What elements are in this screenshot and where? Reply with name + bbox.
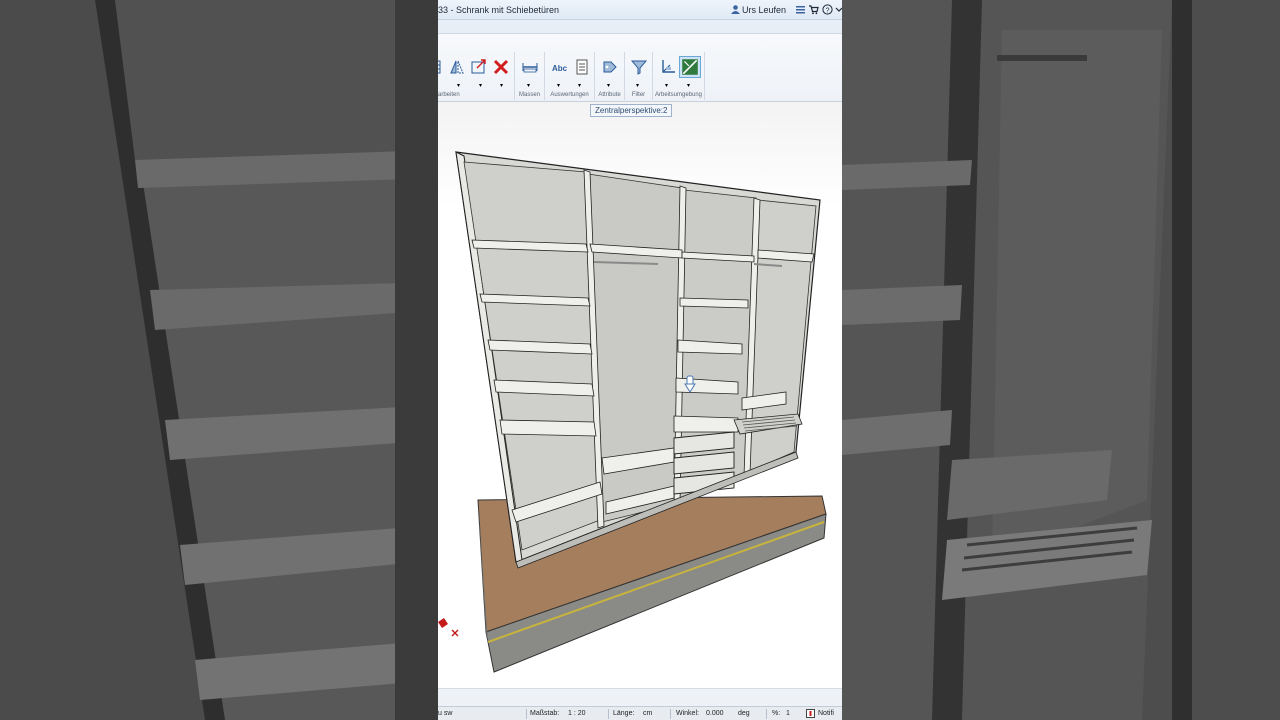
3d-viewport[interactable]: Zentralperspektive:2 <box>438 102 842 688</box>
dropdown-arrow-icon[interactable]: ▾ <box>457 82 460 89</box>
ribbon-toolbar: ▾ ▾ ▾ arbeiten ▾ Massen Abc ▾ ▾ Auswertu… <box>438 34 842 102</box>
video-frame: 33 - Schrank mit Schiebetüren Urs Leufen… <box>0 0 1280 720</box>
origin-axis-icon <box>438 618 459 637</box>
menu-bar <box>438 20 842 34</box>
dropdown-arrow-icon[interactable]: ▾ <box>479 82 482 89</box>
wardrobe-model[interactable] <box>438 102 842 688</box>
ribbon-group-auswertungen: Abc ▾ ▾ Auswertungen <box>545 52 595 100</box>
dropdown-arrow-icon[interactable]: ▾ <box>607 82 610 89</box>
title-bar: 33 - Schrank mit Schiebetüren Urs Leufen… <box>438 0 842 20</box>
percent-value[interactable]: 1 <box>786 710 790 717</box>
ribbon-group-label: Filter <box>631 92 646 98</box>
user-icon[interactable] <box>730 4 741 15</box>
list-icon[interactable] <box>795 4 806 15</box>
left-backdrop <box>0 0 438 720</box>
text-label-button[interactable]: Abc <box>552 64 567 73</box>
mirror-icon[interactable] <box>448 58 466 76</box>
ribbon-group-attribute: ▾ Attribute <box>595 52 625 100</box>
ribbon-group-filter: ▾ Filter <box>625 52 653 100</box>
angle-label: Winkel: <box>676 710 699 717</box>
notification-icon[interactable] <box>806 709 815 718</box>
user-name[interactable]: Urs Leufen <box>742 5 786 15</box>
angle-value[interactable]: 0.000 <box>706 710 724 717</box>
stretch-icon[interactable] <box>470 58 488 76</box>
length-value[interactable]: cm <box>643 710 652 717</box>
ribbon-group-label: arbeiten <box>438 92 460 98</box>
dimension-icon[interactable] <box>521 58 539 76</box>
dropdown-arrow-icon[interactable]: ▾ <box>500 82 503 89</box>
ribbon-group-massen: ▾ Massen <box>515 52 545 100</box>
status-bar: u sw Maßstab: 1 : 20 Länge: cm Winkel: 0… <box>438 706 842 720</box>
ribbon-group-label: Arbeitsumgebung <box>654 92 703 98</box>
ribbon-group-label: Massen <box>518 92 540 98</box>
window-title: 33 - Schrank mit Schiebetüren <box>438 5 560 15</box>
dropdown-arrow-icon[interactable]: ▾ <box>665 82 668 89</box>
status-left-text: u sw <box>438 710 453 717</box>
perspective-icon <box>682 59 698 75</box>
view-tab-strip <box>438 688 842 706</box>
cad-app-window: 33 - Schrank mit Schiebetüren Urs Leufen… <box>438 0 842 720</box>
right-backdrop <box>842 0 1280 720</box>
dropdown-arrow-icon[interactable]: ▾ <box>578 82 581 89</box>
dropdown-arrow-icon[interactable]: ▾ <box>557 82 560 89</box>
attribute-icon[interactable] <box>601 58 619 76</box>
report-icon[interactable] <box>573 58 591 76</box>
dropdown-arrow-icon[interactable]: ▾ <box>636 82 639 89</box>
chevron-down-icon[interactable] <box>834 4 842 15</box>
ribbon-group-label: Auswertungen <box>550 92 589 98</box>
delete-icon[interactable] <box>492 58 510 76</box>
notification-label[interactable]: Notifi <box>818 710 834 717</box>
scale-label: Maßstab: <box>530 710 560 717</box>
coordinate-icon[interactable] <box>659 58 677 76</box>
workspace-toggle-button[interactable] <box>679 56 701 78</box>
scale-value[interactable]: 1 : 20 <box>568 710 586 717</box>
dropdown-arrow-icon[interactable]: ▾ <box>527 82 530 89</box>
ribbon-group-arbeiten: ▾ ▾ ▾ arbeiten <box>438 52 515 100</box>
percent-label: %: <box>772 710 781 717</box>
dropdown-arrow-icon[interactable]: ▾ <box>687 82 690 89</box>
cart-icon[interactable] <box>808 4 819 15</box>
length-label: Länge: <box>613 710 635 717</box>
help-icon[interactable]: ? <box>822 4 833 15</box>
svg-text:?: ? <box>826 7 830 14</box>
angle-unit: deg <box>738 710 750 717</box>
ribbon-group-label: Attribute <box>598 92 621 98</box>
filter-icon[interactable] <box>630 58 648 76</box>
ribbon-group-arbeitsumgebung: ▾ ▾ Arbeitsumgebung <box>653 52 705 100</box>
